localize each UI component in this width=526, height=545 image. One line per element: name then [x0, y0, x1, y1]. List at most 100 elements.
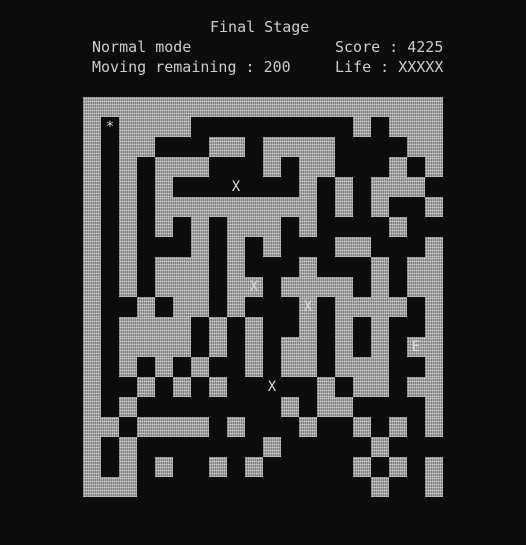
maze-wall-cell — [191, 237, 209, 257]
maze-wall-cell — [425, 257, 443, 277]
maze-wall-cell — [299, 217, 317, 237]
maze-wall-cell — [425, 457, 443, 477]
maze-wall-cell — [155, 217, 173, 237]
maze-wall-cell — [137, 137, 155, 157]
maze-wall-cell — [119, 237, 137, 257]
life-label: Life : XXXXX — [335, 58, 444, 76]
player-marker: * — [105, 119, 115, 135]
maze-wall-cell — [209, 97, 227, 117]
maze-wall-cell — [209, 337, 227, 357]
maze-wall-cell — [371, 277, 389, 297]
maze-wall-cell — [191, 157, 209, 177]
maze-wall-cell — [371, 297, 389, 317]
maze-wall-cell — [389, 157, 407, 177]
maze-wall-cell — [119, 277, 137, 297]
maze-wall-cell — [83, 397, 101, 417]
maze-wall-cell — [245, 337, 263, 357]
maze-wall-cell — [137, 337, 155, 357]
maze-wall-cell — [425, 197, 443, 217]
maze-wall-cell — [119, 317, 137, 337]
maze-wall-cell — [227, 257, 245, 277]
maze-wall-cell — [389, 117, 407, 137]
maze-wall-cell — [281, 357, 299, 377]
maze-wall-cell — [101, 417, 119, 437]
maze-wall-cell — [209, 317, 227, 337]
maze-wall-cell — [173, 257, 191, 277]
maze-wall-cell — [425, 317, 443, 337]
maze-wall-cell — [353, 457, 371, 477]
maze-wall-cell — [245, 317, 263, 337]
maze-wall-cell — [137, 97, 155, 117]
maze-wall-cell — [191, 297, 209, 317]
maze-wall-cell — [245, 217, 263, 237]
maze-wall-cell — [371, 437, 389, 457]
maze-wall-cell — [317, 377, 335, 397]
maze-wall-cell — [353, 357, 371, 377]
maze-wall-cell — [389, 217, 407, 237]
maze-wall-cell — [191, 277, 209, 297]
maze-wall-cell — [155, 457, 173, 477]
maze-wall-cell — [119, 157, 137, 177]
maze-wall-cell — [173, 317, 191, 337]
maze-wall-cell — [155, 317, 173, 337]
maze-wall-cell — [245, 357, 263, 377]
maze-wall-cell — [83, 197, 101, 217]
maze-wall-cell — [353, 297, 371, 317]
maze-wall-cell — [191, 217, 209, 237]
maze-wall-cell — [173, 337, 191, 357]
maze-wall-cell — [173, 97, 191, 117]
maze-wall-cell — [335, 237, 353, 257]
maze-wall-cell — [137, 317, 155, 337]
maze-wall-cell — [425, 277, 443, 297]
maze-wall-cell — [173, 377, 191, 397]
maze-wall-cell — [245, 197, 263, 217]
maze-wall-cell — [335, 397, 353, 417]
maze-wall-cell — [371, 97, 389, 117]
maze-wall-cell — [191, 257, 209, 277]
exit-marker: E — [411, 339, 421, 355]
stage-title: Final Stage — [210, 18, 310, 36]
maze-wall-cell — [353, 417, 371, 437]
moves-remaining-label: Moving remaining : 200 — [92, 58, 291, 76]
maze-wall-cell — [173, 197, 191, 217]
maze-wall-cell — [227, 197, 245, 217]
maze-wall-cell — [425, 117, 443, 137]
maze-wall-cell — [425, 357, 443, 377]
maze-wall-cell — [407, 97, 425, 117]
maze-wall-cell — [83, 457, 101, 477]
maze-wall-cell — [83, 177, 101, 197]
maze-wall-cell — [425, 377, 443, 397]
enemy-marker: X — [267, 379, 277, 395]
maze-wall-cell — [119, 477, 137, 497]
maze-wall-cell — [317, 137, 335, 157]
maze-wall-cell — [119, 457, 137, 477]
maze-wall-cell — [155, 357, 173, 377]
maze-wall-cell — [335, 97, 353, 117]
maze-wall-cell — [173, 297, 191, 317]
maze-wall-cell — [407, 257, 425, 277]
maze-wall-cell — [299, 317, 317, 337]
maze-wall-cell — [281, 97, 299, 117]
maze-wall-cell — [83, 357, 101, 377]
maze-wall-cell — [119, 137, 137, 157]
maze-wall-cell — [119, 117, 137, 137]
maze-wall-cell — [299, 137, 317, 157]
maze-wall-cell — [299, 97, 317, 117]
maze-wall-cell — [281, 397, 299, 417]
maze-wall-cell — [155, 337, 173, 357]
maze-wall-cell — [209, 137, 227, 157]
maze-wall-cell — [191, 417, 209, 437]
maze-wall-cell — [119, 177, 137, 197]
maze-wall-cell — [155, 417, 173, 437]
maze-wall-cell — [137, 377, 155, 397]
maze-wall-cell — [155, 97, 173, 117]
maze-wall-cell — [263, 97, 281, 117]
maze-wall-cell — [371, 177, 389, 197]
maze-wall-cell — [371, 197, 389, 217]
maze-wall-cell — [317, 97, 335, 117]
maze-wall-cell — [209, 197, 227, 217]
maze-wall-cell — [335, 277, 353, 297]
maze-wall-cell — [83, 97, 101, 117]
maze-wall-cell — [119, 217, 137, 237]
maze-wall-cell — [425, 137, 443, 157]
